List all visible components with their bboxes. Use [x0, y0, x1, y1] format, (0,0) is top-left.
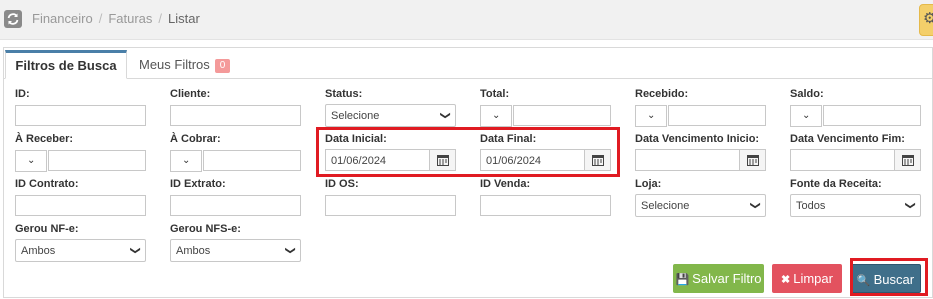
- chevron-down-icon: ⌄: [647, 110, 656, 121]
- a-cobrar-operator-select[interactable]: ⌄: [170, 150, 202, 172]
- id-label: ID:: [15, 88, 30, 100]
- total-operator-select[interactable]: ⌄: [480, 105, 512, 127]
- id-extrato-label: ID Extrato:: [170, 178, 226, 190]
- recebido-input[interactable]: [668, 105, 766, 126]
- breadcrumb-item-faturas[interactable]: Faturas: [108, 11, 152, 26]
- gerou-nfe-select[interactable]: Ambos ❯: [15, 239, 146, 262]
- settings-button[interactable]: ⚙: [919, 4, 933, 36]
- chevron-down-icon: ⌄: [802, 110, 811, 121]
- a-receber-input[interactable]: [48, 150, 146, 171]
- breadcrumb: Financeiro / Faturas / Listar: [32, 11, 200, 26]
- fonte-receita-label: Fonte da Receita:: [790, 178, 882, 190]
- refresh-icon: [7, 13, 19, 25]
- gerou-nfse-select[interactable]: Ambos ❯: [170, 239, 301, 262]
- gerou-nfse-value: Ambos: [176, 245, 211, 257]
- a-receber-operator-select[interactable]: ⌄: [15, 150, 47, 172]
- status-select[interactable]: Selecione ❯: [325, 104, 456, 127]
- data-vencimento-inicio-label: Data Vencimento Inicio:: [635, 133, 760, 145]
- saldo-label: Saldo:: [790, 88, 824, 100]
- status-value: Selecione: [331, 110, 380, 122]
- date-range-highlight: [316, 127, 620, 177]
- data-vencimento-fim-label: Data Vencimento Fim:: [790, 133, 905, 145]
- recebido-label: Recebido:: [635, 88, 689, 100]
- fonte-receita-value: Todos: [796, 200, 826, 212]
- total-label: Total:: [480, 88, 510, 100]
- id-contrato-label: ID Contrato:: [15, 178, 79, 190]
- recebido-operator-select[interactable]: ⌄: [635, 105, 667, 127]
- chevron-down-icon: ⌄: [492, 110, 501, 121]
- top-bar: Financeiro / Faturas / Listar ⚙: [0, 0, 933, 40]
- a-cobrar-input[interactable]: [203, 150, 301, 171]
- id-venda-label: ID Venda:: [480, 178, 531, 190]
- breadcrumb-item-financeiro[interactable]: Financeiro: [32, 11, 93, 26]
- gerou-nfe-value: Ambos: [21, 245, 56, 257]
- clear-label: Limpar: [793, 271, 833, 286]
- data-vencimento-inicio-input[interactable]: [635, 149, 766, 171]
- gear-icon: ⚙: [923, 10, 933, 27]
- fonte-receita-select[interactable]: Todos ❯: [790, 194, 921, 217]
- tabs-bar: Filtros de Busca Meus Filtros 0: [4, 48, 932, 79]
- gerou-nfe-label: Gerou NF-e:: [15, 223, 79, 235]
- saldo-operator-select[interactable]: ⌄: [790, 105, 822, 127]
- saldo-input[interactable]: [823, 105, 921, 126]
- id-contrato-input[interactable]: [15, 195, 146, 216]
- total-input[interactable]: [513, 105, 611, 126]
- id-os-label: ID OS:: [325, 178, 359, 190]
- data-vencimento-fim-input[interactable]: [790, 149, 921, 171]
- clear-button[interactable]: ✖ Limpar: [772, 264, 842, 293]
- save-filter-label: Salvar Filtro: [692, 271, 762, 286]
- tab-filtros-de-busca[interactable]: Filtros de Busca: [5, 50, 127, 79]
- refresh-button[interactable]: [4, 10, 22, 28]
- save-filter-button[interactable]: 💾 Salvar Filtro: [673, 264, 764, 293]
- a-cobrar-label: À Cobrar:: [170, 133, 221, 145]
- cliente-label: Cliente:: [170, 88, 211, 100]
- chevron-down-icon: ❯: [129, 246, 141, 255]
- calendar-icon[interactable]: [894, 150, 920, 170]
- tab-label: Meus Filtros: [139, 57, 210, 72]
- status-label: Status:: [325, 88, 363, 100]
- loja-label: Loja:: [635, 178, 662, 190]
- chevron-down-icon: ❯: [904, 201, 916, 210]
- close-icon: ✖: [781, 274, 791, 286]
- loja-select[interactable]: Selecione ❯: [635, 194, 766, 217]
- breadcrumb-item-listar: Listar: [168, 11, 200, 26]
- a-receber-label: À Receber:: [15, 133, 74, 145]
- chevron-down-icon: ⌄: [182, 155, 191, 166]
- cliente-input[interactable]: [170, 105, 301, 126]
- id-os-input[interactable]: [325, 195, 456, 216]
- id-extrato-input[interactable]: [170, 195, 301, 216]
- gerou-nfse-label: Gerou NFS-e:: [170, 223, 241, 235]
- loja-value: Selecione: [641, 200, 690, 212]
- id-venda-input[interactable]: [480, 195, 611, 216]
- chevron-down-icon: ❯: [284, 246, 296, 255]
- chevron-down-icon: ❯: [749, 201, 761, 210]
- tab-label: Filtros de Busca: [15, 58, 117, 73]
- save-icon: 💾: [675, 274, 690, 286]
- search-button-highlight: [850, 258, 928, 296]
- chevron-down-icon: ❯: [439, 111, 451, 120]
- tab-meus-filtros[interactable]: Meus Filtros 0: [139, 52, 231, 78]
- chevron-down-icon: ⌄: [27, 155, 36, 166]
- calendar-icon[interactable]: [739, 150, 765, 170]
- id-input[interactable]: [15, 105, 146, 126]
- count-badge: 0: [214, 59, 231, 73]
